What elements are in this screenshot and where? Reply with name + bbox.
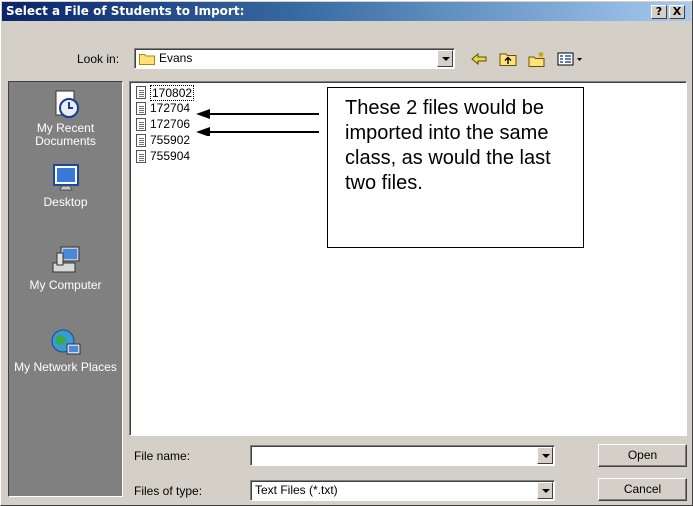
file-name: 172706 <box>150 117 191 131</box>
folder-icon <box>139 54 155 65</box>
text-file-icon <box>136 86 146 99</box>
new-folder-icon[interactable] <box>528 51 546 67</box>
cancel-button[interactable]: Cancel <box>598 478 687 501</box>
files-of-type-dropdown-button[interactable] <box>537 482 553 499</box>
place-label: Desktop <box>43 195 88 209</box>
back-arrow-icon[interactable] <box>470 51 488 67</box>
file-name-dropdown-button[interactable] <box>537 447 553 464</box>
desktop-icon <box>52 164 79 191</box>
file-name: 170802 <box>150 85 195 101</box>
close-button[interactable]: X <box>669 5 685 19</box>
dialog-title: Select a File of Students to Import: <box>6 4 245 18</box>
views-menu-icon[interactable] <box>557 51 585 67</box>
place-desktop[interactable]: Desktop <box>9 162 122 209</box>
text-file-icon <box>136 102 146 115</box>
network-places-icon <box>51 329 80 355</box>
files-of-type-value: Text Files (*.txt) <box>255 483 338 497</box>
file-name-field[interactable] <box>250 445 555 466</box>
files-of-type-label: Files of type: <box>134 484 203 498</box>
file-name: 755902 <box>150 133 191 147</box>
place-label: My Network Places <box>14 360 117 374</box>
place-label: My Computer <box>29 278 102 292</box>
place-my-recent-documents[interactable]: My Recent Documents <box>9 88 122 148</box>
look-in-combo[interactable]: Evans <box>134 48 455 69</box>
look-in-label: Look in: <box>77 52 120 66</box>
text-file-icon <box>136 118 146 131</box>
places-bar: My Recent Documents Desktop My Computer <box>8 81 123 497</box>
files-of-type-select[interactable]: Text Files (*.txt) <box>250 480 555 501</box>
title-bar[interactable]: Select a File of Students to Import: ? X <box>2 2 691 21</box>
file-name: 172704 <box>150 101 191 115</box>
look-in-value: Evans <box>159 51 193 65</box>
place-my-computer[interactable]: My Computer <box>9 245 122 292</box>
recent-documents-icon <box>55 90 79 118</box>
place-my-network-places[interactable]: My Network Places <box>9 327 122 374</box>
annotation-callout: These 2 files would be imported into the… <box>327 87 584 248</box>
annotation-arrows <box>196 109 319 136</box>
file-name-label: File name: <box>134 449 191 463</box>
file-dialog: Select a File of Students to Import: ? X… <box>0 0 693 506</box>
text-file-icon <box>136 150 146 163</box>
up-folder-icon[interactable] <box>499 51 517 67</box>
text-file-icon <box>136 134 146 147</box>
place-label: My Recent Documents <box>35 121 96 148</box>
help-button[interactable]: ? <box>651 5 667 19</box>
file-name: 755904 <box>150 149 191 163</box>
open-button[interactable]: Open <box>598 444 687 467</box>
my-computer-icon <box>52 246 79 273</box>
look-in-dropdown-button[interactable] <box>437 50 453 67</box>
